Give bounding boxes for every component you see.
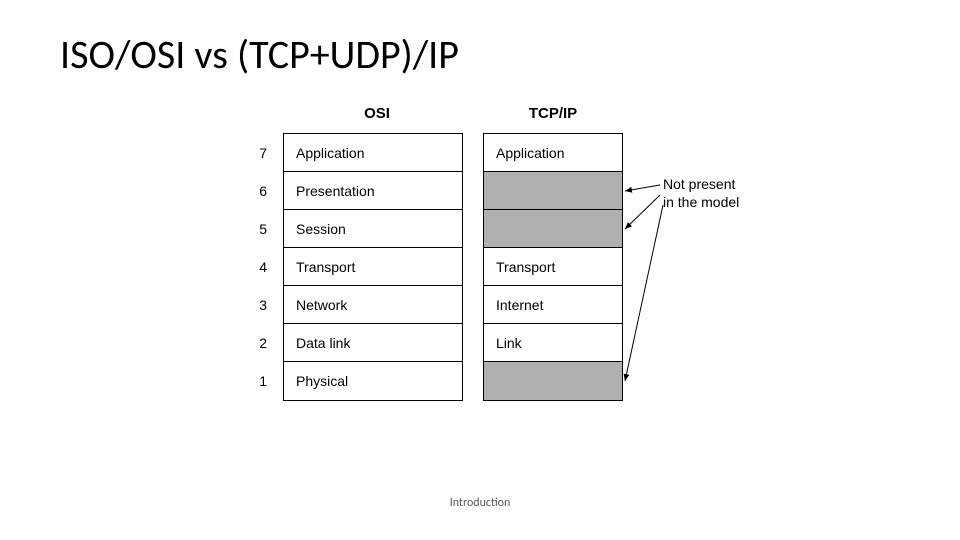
layer-number: 1 xyxy=(247,373,267,389)
slide: ISO/OSI vs (TCP+UDP)/IP OSI TCP/IP 7 6 5… xyxy=(0,0,960,540)
tcpip-layer-empty xyxy=(484,362,622,400)
osi-layer-physical: Physical xyxy=(284,362,462,400)
osi-layer-application: Application xyxy=(284,134,462,172)
layer-number: 5 xyxy=(247,221,267,237)
tcpip-stack: Application Transport Internet Link xyxy=(483,133,623,401)
tcpip-layer-empty xyxy=(484,210,622,248)
osi-layer-datalink: Data link xyxy=(284,324,462,362)
note-line-1: Not present xyxy=(663,176,735,192)
tcpip-layer-transport: Transport xyxy=(484,248,622,286)
arrow-to-layer6 xyxy=(625,185,660,191)
osi-layer-transport: Transport xyxy=(284,248,462,286)
slide-footer: Introduction xyxy=(0,496,960,510)
osi-layer-presentation: Presentation xyxy=(284,172,462,210)
osi-column-header: OSI xyxy=(347,105,407,122)
osi-tcpip-diagram: OSI TCP/IP 7 6 5 4 3 2 1 Application Pre… xyxy=(135,105,825,455)
slide-title: ISO/OSI vs (TCP+UDP)/IP xyxy=(60,30,459,79)
note-line-2: in the model xyxy=(663,194,739,210)
tcpip-layer-internet: Internet xyxy=(484,286,622,324)
layer-number: 2 xyxy=(247,335,267,351)
tcpip-column-header: TCP/IP xyxy=(523,105,583,122)
osi-layer-network: Network xyxy=(284,286,462,324)
layer-number: 3 xyxy=(247,297,267,313)
arrows-svg xyxy=(135,105,825,455)
arrow-to-layer5 xyxy=(625,195,660,229)
layer-number: 7 xyxy=(247,145,267,161)
osi-stack: Application Presentation Session Transpo… xyxy=(283,133,463,401)
tcpip-layer-empty xyxy=(484,172,622,210)
layer-number: 6 xyxy=(247,183,267,199)
tcpip-layer-link: Link xyxy=(484,324,622,362)
osi-layer-session: Session xyxy=(284,210,462,248)
tcpip-layer-application: Application xyxy=(484,134,622,172)
not-present-note: Not present in the model xyxy=(663,175,739,211)
layer-number: 4 xyxy=(247,259,267,275)
arrow-to-layer1 xyxy=(625,205,663,381)
